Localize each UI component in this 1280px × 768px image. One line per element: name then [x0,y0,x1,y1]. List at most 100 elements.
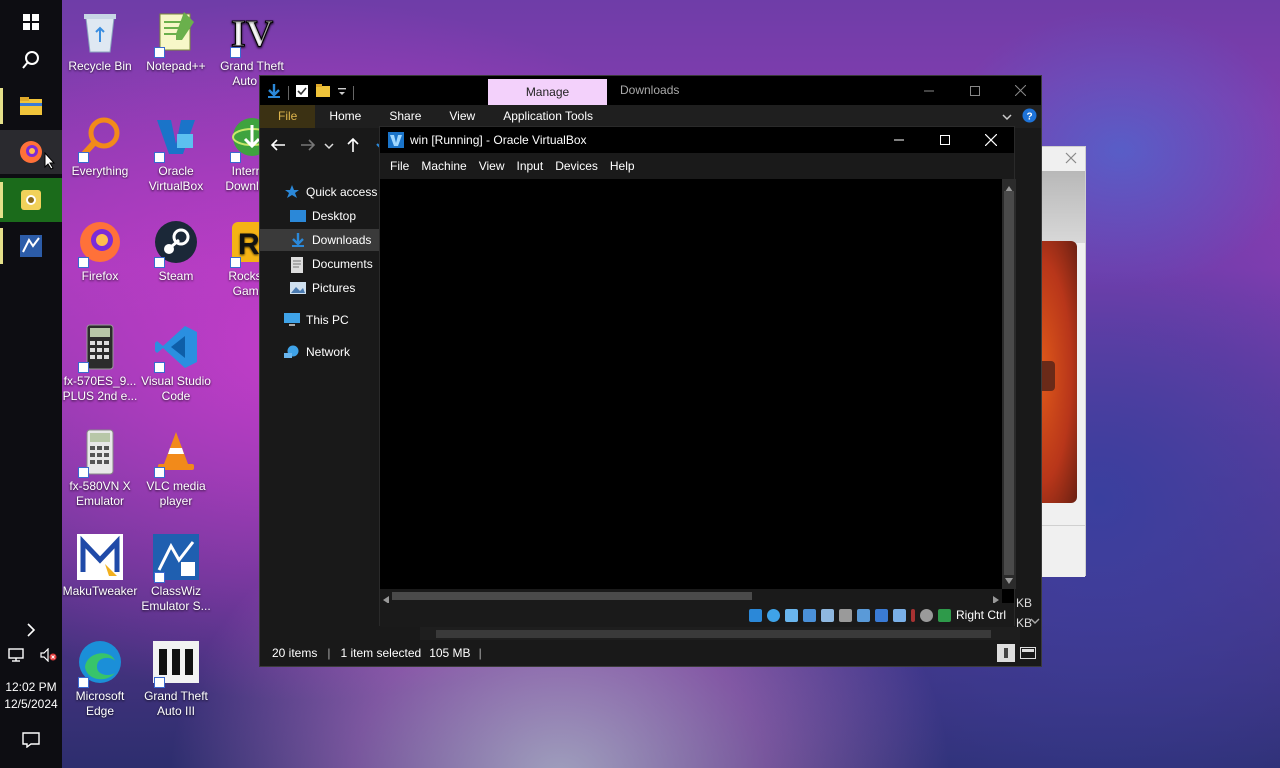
clock-date[interactable]: 12/5/2024 [0,697,62,711]
network-icon[interactable] [8,647,26,665]
vbox-menu-machine[interactable]: Machine [415,159,472,173]
audio-icon[interactable] [784,608,798,622]
desktop-icon-vscode[interactable]: Visual Studio Code [138,323,214,404]
virtualization-icon[interactable] [892,608,906,622]
taskbar: 12:02 PM 12/5/2024 [0,0,62,768]
details-view-icon[interactable] [997,644,1015,662]
ribbon-tab-home[interactable]: Home [315,105,375,128]
hard-disk-icon[interactable] [748,608,762,622]
large-icons-view-icon[interactable] [1019,644,1037,662]
vm-display[interactable] [380,179,1002,589]
search-icon[interactable] [0,38,62,82]
download-arrow-icon[interactable] [266,83,282,102]
desktop-icon-recycle-bin[interactable]: Recycle Bin [62,8,138,74]
chevron-right-icon[interactable] [0,608,62,652]
svg-text:?: ? [1027,111,1033,122]
recording-icon[interactable] [874,608,888,622]
app-yellow-icon[interactable] [0,178,62,222]
usb-icon[interactable] [820,608,834,622]
nav-item-network[interactable]: Network [260,341,380,363]
display-icon[interactable] [856,608,870,622]
scroll-thumb[interactable] [1004,191,1014,575]
vscode-icon [152,323,200,373]
minimize-button[interactable] [906,76,952,105]
star-icon [284,185,300,199]
ribbon-tab-application-tools[interactable]: Application Tools [489,105,607,128]
mouse-cursor [44,151,56,173]
gta4-icon: IV [228,8,276,58]
explorer-titlebar[interactable]: Manage Downloads [260,76,1041,105]
ribbon-tab-share[interactable]: Share [375,105,435,128]
desktop-icon-notepadpp[interactable]: Notepad++ [138,8,214,74]
ribbon-tabs: File Home Share View Application Tools ? [260,105,1041,128]
quick-access-toolbar [266,83,354,102]
new-folder-icon[interactable] [315,84,331,101]
vbox-menu-devices[interactable]: Devices [549,159,604,173]
classwiz-icon[interactable] [0,224,62,268]
network-adapter-icon[interactable] [802,608,816,622]
desktop-icon-vlc[interactable]: VLC media player [138,428,214,509]
desktop-icon-firefox[interactable]: Firefox [62,218,138,284]
scroll-down-arrow[interactable] [1005,573,1013,587]
desktop-icon-virtualbox[interactable]: Oracle VirtualBox [138,113,214,194]
properties-icon[interactable] [295,84,309,101]
this-pc-icon [284,313,300,327]
vbox-menu-file[interactable]: File [384,159,415,173]
virtualbox-vm-window[interactable]: win [Running] - Oracle VirtualBox File M… [379,126,1016,627]
vbox-menu-help[interactable]: Help [604,159,641,173]
close-button[interactable] [997,76,1043,105]
ribbon-tab-view[interactable]: View [435,105,489,128]
desktop-icon-classwiz[interactable]: ClassWiz Emulator S... [138,533,214,614]
ribbon-tab-file[interactable]: File [260,105,316,128]
scroll-thumb[interactable] [392,592,752,600]
firefox-icon [76,218,124,268]
desktop-icon-everything[interactable]: Everything [62,113,138,179]
vertical-scrollbar[interactable] [1002,179,1016,589]
file-size-fragment: KB [1016,596,1033,610]
desktop-icon-microsoft-edge[interactable]: Microsoft Edge [62,638,138,719]
maximize-button[interactable] [952,76,998,105]
expand-ribbon-chevron-icon[interactable] [1002,110,1012,124]
customize-toolbar-dropdown-icon[interactable] [337,86,347,100]
firefox-icon[interactable] [0,130,62,174]
desktop-folder-icon [290,209,306,223]
horizontal-scrollbar[interactable] [420,627,1020,641]
close-icon[interactable] [1065,152,1077,167]
classwiz-icon [152,533,200,583]
desktop-icon-steam[interactable]: Steam [138,218,214,284]
nav-item-pictures[interactable]: Pictures [260,277,380,299]
shared-folders-icon[interactable] [838,608,852,622]
maximize-button[interactable] [922,135,968,145]
desktop-icon-fx580vn[interactable]: fx-580VN X Emulator [62,428,138,509]
desktop-icon-makutweaker[interactable]: MakuTweaker [62,533,138,599]
vbox-titlebar[interactable]: win [Running] - Oracle VirtualBox [380,127,1014,153]
cpu-activity-icon[interactable] [910,608,915,622]
file-explorer-icon[interactable] [0,84,62,128]
nav-item-this-pc[interactable]: This PC [260,309,380,331]
desktop-icon-fx570es[interactable]: fx-570ES_9... PLUS 2nd e... [62,323,138,404]
content-scroll-down-arrow[interactable] [1030,614,1040,628]
minimize-button[interactable] [876,135,922,145]
clock-time[interactable]: 12:02 PM [0,680,62,694]
desktop-icon-gta3[interactable]: Grand Theft Auto III [138,638,214,719]
nav-item-documents[interactable]: Documents [260,253,380,275]
nav-item-desktop[interactable]: Desktop [260,205,380,227]
manage-context-tab[interactable]: Manage [488,79,607,105]
makutweaker-icon [76,533,124,581]
host-key-label[interactable]: Right Ctrl [956,608,1006,622]
documents-folder-icon [290,257,306,273]
vlc-cone-icon [152,428,200,478]
nav-item-quick-access[interactable]: Quick access [260,181,380,203]
vbox-menu-input[interactable]: Input [511,159,550,173]
mouse-integration-icon[interactable] [919,608,933,622]
vbox-menu-view[interactable]: View [473,159,511,173]
keyboard-capture-icon[interactable] [937,608,951,622]
close-button[interactable] [968,134,1014,146]
notification-center-icon[interactable] [0,718,62,762]
help-icon[interactable]: ? [1022,108,1037,126]
optical-drive-icon[interactable] [766,608,780,622]
notepadpp-icon [152,8,200,58]
horizontal-scrollbar[interactable] [380,589,1002,604]
volume-muted-icon[interactable] [40,647,58,665]
nav-item-downloads[interactable]: Downloads [260,229,380,251]
